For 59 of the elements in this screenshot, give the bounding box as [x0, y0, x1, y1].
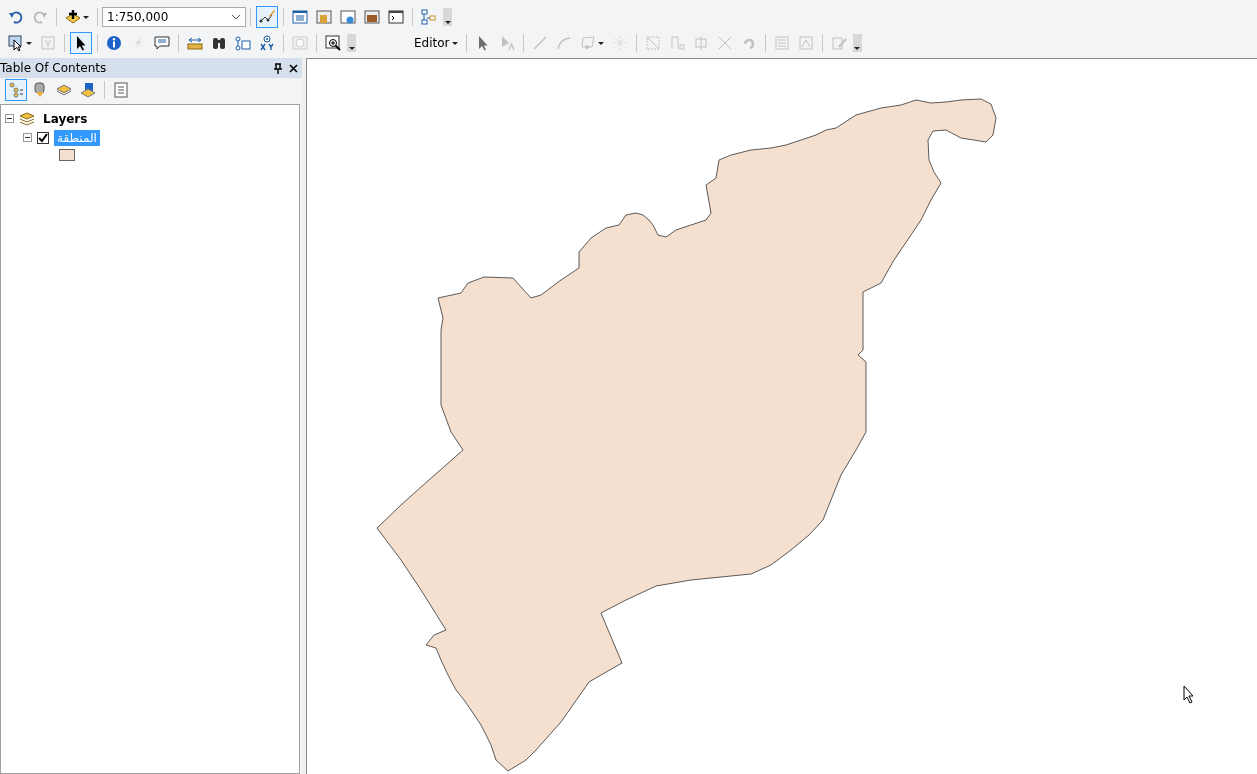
toolbar-options-button[interactable] [852, 34, 862, 52]
curve-segment-icon [555, 35, 572, 51]
dashed-star-icon [611, 35, 628, 51]
undo-arrow-icon [8, 9, 24, 25]
chevron-down-icon [231, 14, 241, 20]
sketch-window-icon [797, 35, 814, 51]
database-icon [32, 82, 48, 98]
pin-icon[interactable] [273, 62, 283, 74]
tree-item[interactable]: Layers [40, 110, 91, 127]
ruler-icon [187, 35, 203, 51]
caret-icon [83, 15, 89, 19]
editor-menu-button[interactable]: Editor [411, 32, 461, 54]
magnifier-window-icon [325, 35, 341, 51]
layers-stack-icon [56, 82, 72, 98]
caret-icon [451, 41, 458, 45]
xy-target-icon [259, 35, 275, 51]
clear-selection-icon [40, 35, 56, 51]
vertex-square-icon [644, 35, 661, 51]
attributes-table-icon [773, 35, 790, 51]
create-features-icon [830, 35, 847, 51]
panel-title: Table Of Contents [0, 61, 107, 75]
pointer-arrow-button[interactable] [70, 32, 92, 54]
toolbar-options-button[interactable] [443, 8, 452, 26]
python-window-icon [388, 9, 404, 25]
popup-window-icon [154, 35, 170, 51]
list-by-drawing-button[interactable] [5, 79, 27, 101]
caret-icon [26, 41, 32, 45]
pencil-edit-button[interactable] [256, 6, 278, 28]
split-vertex-icon [668, 35, 685, 51]
pencil-edit-icon [259, 9, 275, 25]
list-window-icon [292, 9, 308, 25]
line-segment-icon [531, 35, 548, 51]
mouse-cursor-icon [1183, 685, 1194, 704]
info-icon [106, 35, 122, 51]
clock-window-icon [292, 35, 308, 51]
binoculars-icon [211, 35, 227, 51]
catalog-window-icon [316, 9, 332, 25]
options-list-icon [113, 82, 129, 98]
polygon-symbol-swatch[interactable] [59, 149, 75, 161]
collapse-toggle[interactable] [23, 133, 32, 142]
layer-checkbox[interactable] [37, 131, 49, 144]
model-diagram-icon [421, 9, 437, 25]
cross-lines-icon [716, 35, 733, 51]
list-by-drawing-icon [8, 82, 24, 98]
redo-arrow-icon [32, 9, 48, 25]
caret-icon [597, 41, 604, 45]
visibility-layer-icon [80, 82, 96, 98]
route-list-icon [235, 35, 251, 51]
cross-box-icon [692, 35, 709, 51]
toolbox-icon [364, 9, 380, 25]
close-icon[interactable] [289, 63, 298, 73]
collapse-toggle[interactable] [5, 114, 14, 123]
search-window-icon [340, 9, 356, 25]
select-features-icon [8, 35, 24, 51]
add-data-icon [65, 9, 81, 25]
scale-combo-box[interactable]: 1:750,000 [102, 7, 246, 27]
polygon-vertex-icon [579, 35, 596, 51]
toolbar-options-button[interactable] [347, 34, 356, 52]
layers-icon [19, 111, 35, 126]
